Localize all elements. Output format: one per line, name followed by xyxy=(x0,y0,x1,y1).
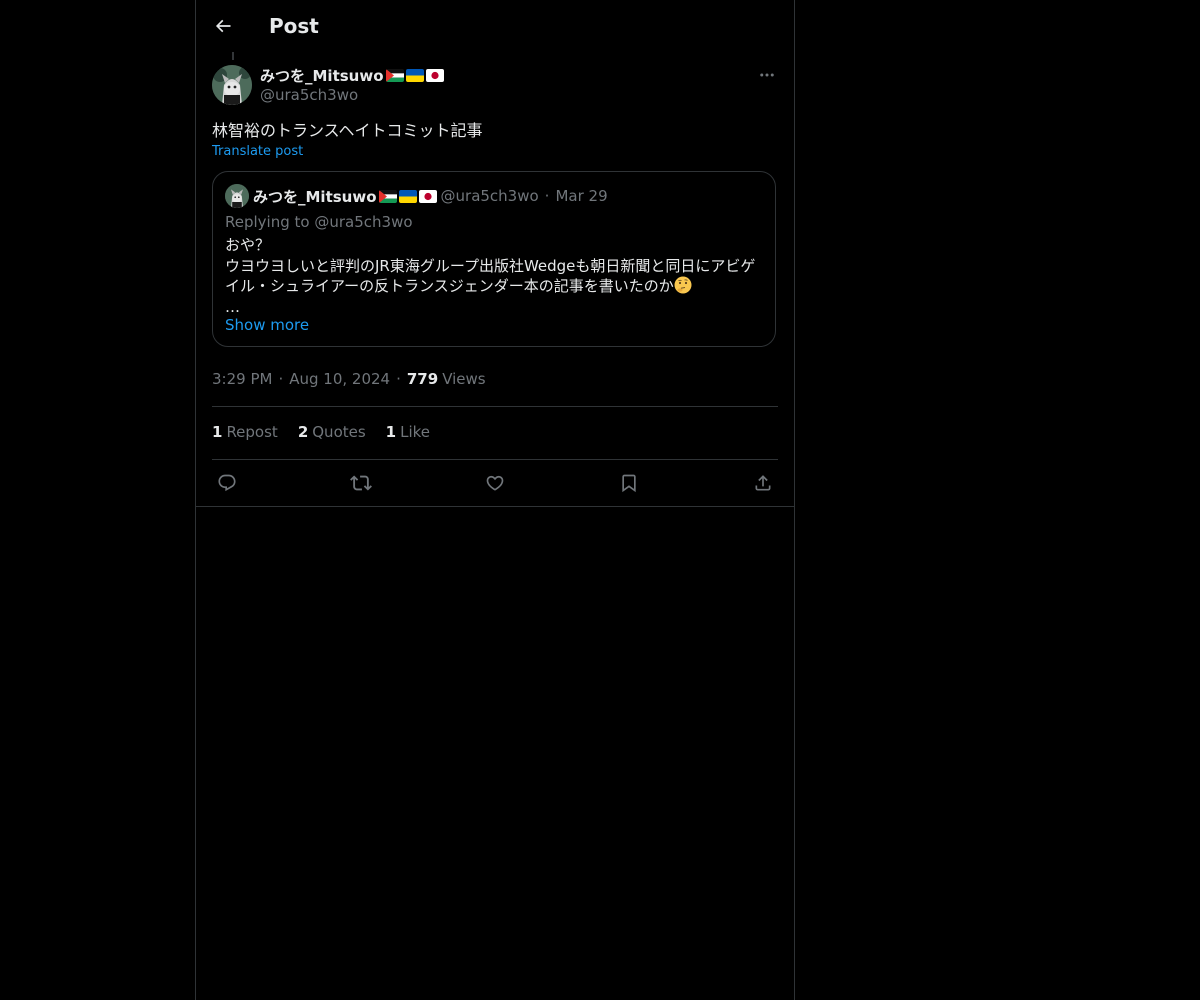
post-meta: 3:29 PM · Aug 10, 2024 · 779 Views xyxy=(212,370,486,388)
post-date[interactable]: Aug 10, 2024 xyxy=(289,370,390,388)
page-title: Post xyxy=(269,14,319,38)
post-time[interactable]: 3:29 PM xyxy=(212,370,272,388)
more-options-button[interactable] xyxy=(756,64,778,86)
quote-display-name: みつを_Mitsuwo xyxy=(253,187,377,206)
replying-to: Replying to @ura5ch3wo xyxy=(225,213,413,231)
quotes-label: Quotes xyxy=(312,423,366,441)
share-button[interactable] xyxy=(748,470,778,496)
reposts-label: Repost xyxy=(226,423,278,441)
post-text: 林智裕のトランスヘイトコミット記事 xyxy=(212,121,483,140)
engagement-stats: 1 Repost 2 Quotes 1 Like xyxy=(212,423,430,441)
separator-dot: · xyxy=(278,370,284,388)
handle[interactable]: @ura5ch3wo xyxy=(260,86,358,104)
arrow-left-icon xyxy=(215,19,231,33)
thinking-face-icon xyxy=(674,276,692,294)
heart-icon xyxy=(486,475,504,491)
palestine-flag-icon xyxy=(385,68,404,82)
quote-header: みつを_Mitsuwo @ura5ch3wo · Mar 29 xyxy=(225,184,608,208)
replying-prefix: Replying to xyxy=(225,213,310,231)
likes-stat[interactable]: 1 Like xyxy=(386,423,430,441)
divider xyxy=(212,406,778,407)
quote-date: Mar 29 xyxy=(555,187,608,205)
avatar-image xyxy=(225,184,249,208)
avatar[interactable] xyxy=(212,65,252,105)
quotes-stat[interactable]: 2 Quotes xyxy=(298,423,366,441)
top-bar: Post xyxy=(196,0,794,53)
quote-body: おや？ ウヨウヨしいと評判のJR東海グループ出版社Wedgeも朝日新聞と同日にア… xyxy=(225,235,765,317)
separator-dot: · xyxy=(396,370,401,388)
main-post: みつを_Mitsuwo @ura5ch3wo 林智裕のトランスヘイトコミット記事… xyxy=(212,64,778,347)
display-name[interactable]: みつを_Mitsuwo xyxy=(260,65,384,86)
quote-body-line: おや？ xyxy=(225,236,271,254)
thread-connector xyxy=(232,52,234,60)
repost-icon xyxy=(350,475,372,491)
divider xyxy=(196,506,794,507)
quote-avatar xyxy=(225,184,249,208)
separator-dot: · xyxy=(544,187,550,205)
japan-flag-icon xyxy=(418,189,437,203)
back-button[interactable] xyxy=(210,13,236,39)
like-button[interactable] xyxy=(480,470,510,496)
quote-ellipsis: … xyxy=(225,297,240,316)
palestine-flag-icon xyxy=(378,189,397,203)
show-more-link[interactable]: Show more xyxy=(225,316,309,334)
repost-button[interactable] xyxy=(346,470,376,496)
quotes-count: 2 xyxy=(297,423,309,441)
ukraine-flag-icon xyxy=(398,189,417,203)
divider xyxy=(212,459,778,460)
name-line: みつを_Mitsuwo xyxy=(260,65,444,85)
quoted-post[interactable]: みつを_Mitsuwo @ura5ch3wo · Mar 29 Replying… xyxy=(212,171,776,347)
quote-flag-emojis xyxy=(378,189,437,203)
likes-count: 1 xyxy=(385,423,397,441)
bookmark-button[interactable] xyxy=(614,470,644,496)
flag-emojis xyxy=(385,68,444,82)
reposts-count: 1 xyxy=(212,423,223,441)
reply-icon xyxy=(218,474,236,492)
avatar-image xyxy=(212,65,252,105)
replying-mention: @ura5ch3wo xyxy=(314,213,413,231)
translate-post-link[interactable]: Translate post xyxy=(212,144,778,159)
main-column: Post みつを_Mitsuwo @ura5ch3wo 林智裕のトランスヘイトコ… xyxy=(195,0,795,1000)
reposts-stat[interactable]: 1 Repost xyxy=(212,423,278,441)
share-icon xyxy=(755,475,771,491)
japan-flag-icon xyxy=(425,68,444,82)
ukraine-flag-icon xyxy=(405,68,424,82)
likes-label: Like xyxy=(400,423,431,441)
quote-body-paragraph: ウヨウヨしいと評判のJR東海グループ出版社Wedgeも朝日新聞と同日にアビゲイル… xyxy=(225,256,765,297)
reply-button[interactable] xyxy=(212,470,242,496)
action-bar xyxy=(212,470,778,496)
quote-handle: @ura5ch3wo xyxy=(440,187,539,205)
views-count: 779 xyxy=(406,370,439,388)
author-row: みつを_Mitsuwo @ura5ch3wo xyxy=(212,64,778,108)
more-horizontal-icon xyxy=(760,73,774,77)
views-label: Views xyxy=(442,370,486,388)
bookmark-icon xyxy=(622,474,636,493)
